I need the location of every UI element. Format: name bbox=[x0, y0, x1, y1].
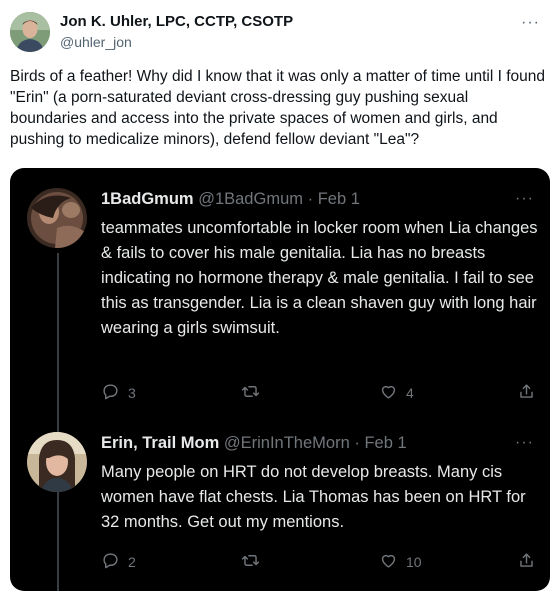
reply-icon bbox=[101, 382, 120, 404]
share-button[interactable] bbox=[517, 550, 536, 574]
author-handle[interactable]: @uhler_jon bbox=[60, 34, 132, 50]
reply-button[interactable]: 3 bbox=[101, 381, 136, 405]
reply-date[interactable]: Feb 1 bbox=[364, 434, 406, 452]
like-button[interactable]: 10 bbox=[379, 550, 422, 574]
reply-actions: 2 10 bbox=[101, 550, 541, 574]
reply-header: 1BadGmum @1BadGmum · Feb 1 bbox=[101, 190, 360, 209]
reply-count: 2 bbox=[128, 554, 136, 570]
reply-header: Erin, Trail Mom @ErinInTheMorn · Feb 1 bbox=[101, 434, 407, 453]
retweet-icon bbox=[241, 551, 260, 573]
reply-author-handle[interactable]: @1BadGmum bbox=[198, 190, 303, 208]
reply-author-handle[interactable]: @ErinInTheMorn bbox=[224, 434, 350, 452]
reply-separator: · bbox=[307, 190, 314, 208]
reply-button[interactable]: 2 bbox=[101, 550, 136, 574]
share-icon bbox=[517, 382, 536, 404]
author-name[interactable]: Jon K. Uhler, LPC, CCTP, CSOTP bbox=[60, 13, 293, 30]
heart-icon bbox=[379, 551, 398, 573]
reply-separator: · bbox=[354, 434, 360, 452]
embedded-thread[interactable]: 1BadGmum @1BadGmum · Feb 1 ··· teammates… bbox=[10, 168, 550, 591]
reply-avatar[interactable] bbox=[27, 432, 87, 492]
reply-author-name[interactable]: Erin, Trail Mom bbox=[101, 434, 219, 452]
tweet-text: Birds of a feather! Why did I know that … bbox=[10, 68, 545, 148]
more-icon[interactable]: ··· bbox=[515, 190, 534, 208]
retweet-button[interactable] bbox=[241, 381, 268, 405]
share-icon bbox=[517, 551, 536, 573]
reply-actions: 3 4 bbox=[101, 381, 541, 405]
reply-icon bbox=[101, 551, 120, 573]
thread-connector-line bbox=[57, 253, 59, 591]
like-count: 10 bbox=[406, 554, 422, 570]
like-count: 4 bbox=[406, 385, 414, 401]
more-icon[interactable]: ··· bbox=[521, 14, 540, 32]
tweet-card: Jon K. Uhler, LPC, CCTP, CSOTP @uhler_jo… bbox=[0, 0, 558, 593]
reply-text: teammates uncomfortable in locker room w… bbox=[101, 219, 538, 337]
retweet-button[interactable] bbox=[241, 550, 268, 574]
reply-count: 3 bbox=[128, 385, 136, 401]
author-avatar[interactable] bbox=[10, 12, 50, 52]
reply-author-name[interactable]: 1BadGmum bbox=[101, 190, 194, 208]
reply-avatar[interactable] bbox=[27, 188, 87, 248]
more-icon[interactable]: ··· bbox=[515, 434, 534, 452]
reply-date[interactable]: Feb 1 bbox=[318, 190, 360, 208]
like-button[interactable]: 4 bbox=[379, 381, 414, 405]
retweet-icon bbox=[241, 382, 260, 404]
heart-icon bbox=[379, 382, 398, 404]
share-button[interactable] bbox=[517, 381, 536, 405]
reply-text: Many people on HRT do not develop breast… bbox=[101, 463, 526, 531]
